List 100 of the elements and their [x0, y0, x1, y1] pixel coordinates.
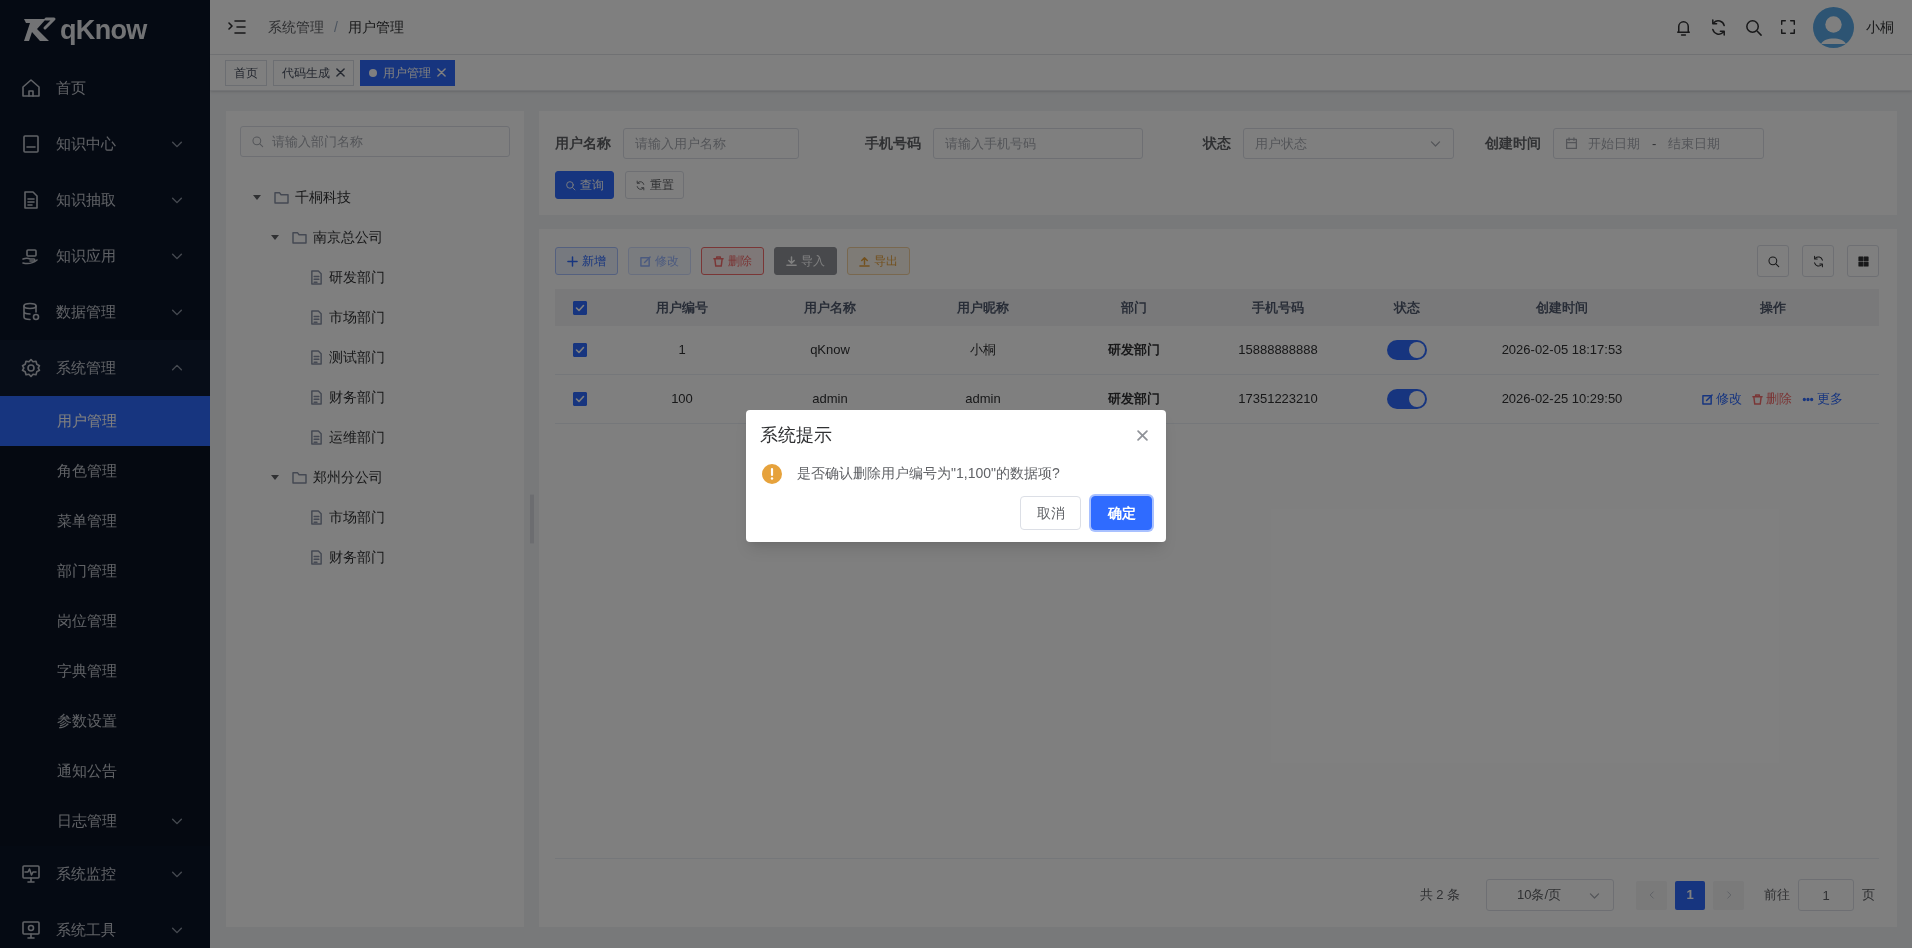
tab[interactable]: 代码生成	[273, 59, 354, 86]
column-header: 部门	[1121, 298, 1147, 317]
column-header: 手机号码	[1252, 298, 1304, 317]
dialog-message: 是否确认删除用户编号为"1,100"的数据项?	[797, 464, 1060, 483]
sidebar-item[interactable]: 首页	[0, 60, 210, 116]
sidebar-subitem[interactable]: 用户管理	[0, 396, 210, 446]
field-label: 手机号码	[864, 134, 921, 153]
table-cell-text: admin	[812, 390, 848, 409]
tree-node[interactable]: 市场部门	[240, 497, 510, 537]
delete-link[interactable]: 删除	[1752, 389, 1792, 409]
column-header: 用户编号	[656, 298, 708, 317]
sidebar-subitem[interactable]: 参数设置	[0, 696, 210, 746]
plus-icon	[567, 255, 578, 267]
menu-toggle-icon[interactable]	[228, 19, 246, 35]
document-icon	[310, 429, 323, 445]
tree-node[interactable]: 研发部门	[240, 257, 510, 297]
tree-node[interactable]: 南京总公司	[240, 217, 510, 257]
sidebar-subitem[interactable]: 菜单管理	[0, 496, 210, 546]
column-header: 状态	[1394, 298, 1420, 317]
close-icon[interactable]	[336, 68, 345, 77]
user-name[interactable]: 小桐	[1866, 16, 1894, 38]
folder-icon	[292, 470, 307, 484]
column-header: 用户昵称	[957, 298, 1009, 317]
table-cell-text: 100	[671, 390, 693, 409]
sidebar-item[interactable]: 知识抽取	[0, 172, 210, 228]
sidebar-item[interactable]: 数据管理	[0, 284, 210, 340]
tab[interactable]: 首页	[225, 59, 267, 86]
tree-node[interactable]: 测试部门	[240, 337, 510, 377]
document-icon	[310, 349, 323, 365]
search-button[interactable]: 查询	[555, 171, 614, 199]
avatar-icon[interactable]	[1813, 6, 1854, 48]
search-icon	[251, 135, 264, 148]
page-size-select[interactable]: 10条/页	[1486, 879, 1614, 911]
toolbar-button[interactable]: 删除	[701, 247, 764, 275]
sidebar-item[interactable]: 知识中心	[0, 116, 210, 172]
field-label: 状态	[1201, 134, 1231, 153]
sidebar-subitem[interactable]: 部门管理	[0, 546, 210, 596]
trash-icon	[713, 255, 724, 267]
tree-node[interactable]: 财务部门	[240, 377, 510, 417]
tree-node[interactable]: 财务部门	[240, 537, 510, 577]
search-icon	[1766, 254, 1780, 268]
tab[interactable]: 用户管理	[360, 59, 455, 86]
range-separator: -	[1652, 134, 1657, 153]
tree-node[interactable]: 郑州分公司	[240, 457, 510, 497]
close-icon[interactable]	[1137, 430, 1148, 441]
reset-button[interactable]: 重置	[625, 171, 684, 199]
refresh-icon	[635, 179, 646, 191]
dot-icon	[369, 68, 377, 77]
total-count: 共 2 条	[1419, 886, 1460, 905]
icon-button[interactable]	[1847, 245, 1879, 277]
search-icon[interactable]	[1744, 17, 1763, 37]
table-cell-text: 2026-02-25 10:29:50	[1501, 390, 1623, 409]
warning-icon	[762, 463, 782, 484]
sidebar-subitem[interactable]: 岗位管理	[0, 596, 210, 646]
toolbar-button[interactable]: 导出	[847, 247, 910, 275]
breadcrumb-item[interactable]: 系统管理	[268, 16, 324, 38]
refresh-icon	[1811, 254, 1825, 268]
checkbox[interactable]	[573, 392, 587, 406]
goto-label: 前往	[1764, 886, 1790, 905]
edit-icon	[1702, 393, 1713, 405]
document-icon	[310, 269, 323, 285]
sidebar-item[interactable]: 系统管理	[0, 340, 210, 396]
icon-button[interactable]	[1802, 245, 1834, 277]
icon-button[interactable]	[1757, 245, 1789, 277]
sidebar-subitem[interactable]: 字典管理	[0, 646, 210, 696]
cancel-button[interactable]: 取消	[1020, 496, 1081, 530]
tree-node[interactable]: 千桐科技	[240, 177, 510, 217]
document-icon	[310, 309, 323, 325]
column-header: 创建时间	[1536, 298, 1588, 317]
toggle-switch[interactable]	[1387, 340, 1427, 360]
page-button[interactable]: 1	[1675, 880, 1705, 910]
tree-node[interactable]: 市场部门	[240, 297, 510, 337]
toolbar-button[interactable]: 新增	[555, 247, 618, 275]
toggle-switch[interactable]	[1387, 389, 1427, 409]
field-label: 创建时间	[1484, 134, 1541, 153]
sidebar-subitem[interactable]: 角色管理	[0, 446, 210, 496]
breadcrumb-separator: /	[334, 17, 338, 37]
confirm-button[interactable]: 确定	[1091, 496, 1152, 530]
grid-icon	[1856, 254, 1870, 268]
sidebar-item[interactable]: 知识应用	[0, 228, 210, 284]
page-input[interactable]: 1	[1798, 879, 1854, 911]
sidebar-item[interactable]: 系统监控	[0, 846, 210, 902]
checkbox[interactable]	[573, 343, 587, 357]
edit-link[interactable]: 修改	[1702, 389, 1742, 409]
checkbox[interactable]	[573, 300, 587, 315]
dialog-title: 系统提示	[760, 424, 832, 447]
database-icon	[20, 301, 42, 323]
sidebar-subitem[interactable]: 通知公告	[0, 746, 210, 796]
table-cell-text: 1	[678, 341, 686, 360]
monitor-gear-icon	[20, 919, 42, 941]
table-cell-text: 15888888888	[1238, 341, 1318, 360]
sidebar-subitem[interactable]: 日志管理	[0, 796, 210, 846]
tree-node[interactable]: 运维部门	[240, 417, 510, 457]
table-cell-text: 小桐	[970, 341, 996, 360]
more-link[interactable]: 更多	[1802, 389, 1843, 409]
document-icon	[310, 509, 323, 525]
fullscreen-icon[interactable]	[1779, 18, 1797, 36]
sidebar-item[interactable]: 系统工具	[0, 902, 210, 948]
search-icon	[565, 179, 576, 191]
refresh-icon[interactable]	[1709, 17, 1728, 37]
